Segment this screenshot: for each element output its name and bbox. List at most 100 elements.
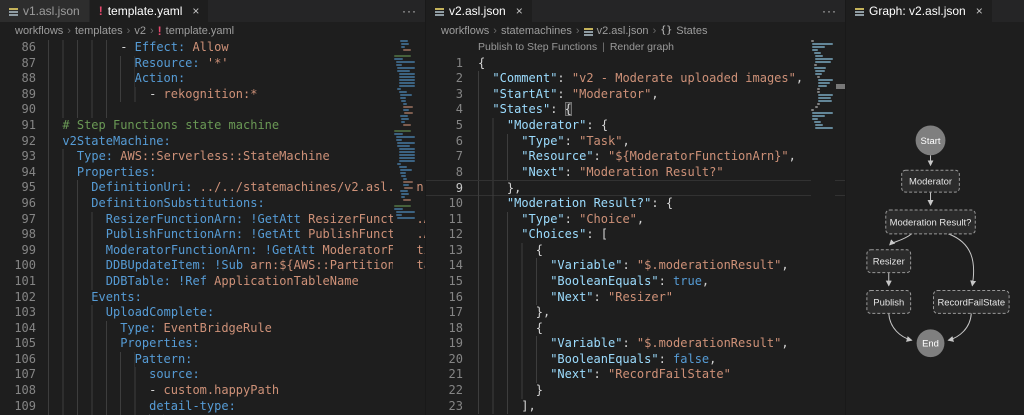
indent-guides bbox=[48, 117, 63, 134]
indent-guides bbox=[478, 367, 551, 384]
line-number: 22 bbox=[448, 383, 463, 398]
code-line: 6 "Type": "Task", bbox=[426, 133, 845, 150]
code-token: : bbox=[658, 273, 674, 288]
minimap-line bbox=[402, 184, 410, 186]
codelens-link-publish[interactable]: Publish to Step Functions bbox=[478, 41, 597, 53]
tab-v2-asl-json[interactable]: v2.asl.json × bbox=[426, 0, 533, 22]
code-token: Action: bbox=[134, 71, 186, 86]
minimap-line bbox=[397, 217, 415, 219]
code-token: ModeratorFunctionArn: bbox=[105, 242, 258, 257]
line-content: Properties: bbox=[48, 164, 156, 181]
breadcrumb: workflows › templates › v2 ›! template.yaml bbox=[0, 22, 425, 40]
tab-bar: v2.asl.json × ··· bbox=[426, 0, 845, 22]
code-token: - bbox=[120, 40, 135, 54]
code-token: # Step Functions state machine bbox=[62, 117, 280, 132]
code-token: Resource: bbox=[134, 55, 200, 70]
editor-actions-more-icon[interactable]: ··· bbox=[822, 0, 837, 22]
code-token: "Moderation Result?" bbox=[579, 164, 724, 179]
minimap[interactable] bbox=[811, 40, 835, 415]
close-icon[interactable]: × bbox=[192, 5, 199, 17]
line-content: ModeratorFunctionArn: !GetAtt ModeratorF… bbox=[48, 242, 425, 259]
breadcrumb: workflows › statemachines › v2.asl.json ›{} St… bbox=[426, 22, 845, 40]
code-editor-template-yaml[interactable]: 86 - Effect: Allow 87 Resource: '*' 88 Action… bbox=[0, 40, 425, 415]
graph-node-start: Start bbox=[915, 125, 946, 156]
line-number: 104 bbox=[14, 320, 36, 335]
close-icon[interactable]: × bbox=[516, 5, 523, 17]
line-number: 91 bbox=[21, 117, 36, 132]
indent-guides bbox=[48, 227, 106, 243]
minimap-line bbox=[400, 97, 407, 99]
minimap-line bbox=[816, 88, 820, 90]
minimap[interactable] bbox=[393, 40, 417, 415]
json-file-icon bbox=[435, 7, 444, 15]
tab-template-yaml[interactable]: ! template.yaml × bbox=[89, 0, 210, 22]
minimap-line bbox=[397, 145, 411, 147]
line-number: 10 bbox=[448, 195, 463, 210]
graph-node-moderation-result: Moderation Result? bbox=[885, 209, 976, 235]
line-content: "Type": "Choice", bbox=[478, 211, 644, 228]
line-number: 97 bbox=[21, 211, 36, 226]
indent-guides bbox=[48, 180, 92, 196]
code-line: 109 detail-type: bbox=[0, 398, 425, 415]
code-token: }, bbox=[506, 181, 522, 196]
minimap-line bbox=[400, 40, 409, 42]
line-content: "StartAt": "Moderator", bbox=[478, 86, 659, 103]
line-content: "BooleanEquals": false, bbox=[478, 351, 716, 368]
code-token: rekognition:* bbox=[163, 86, 258, 101]
tab-v1-asl-json[interactable]: v1.asl.json bbox=[0, 0, 90, 22]
minimap-line bbox=[394, 208, 403, 210]
indent-guides bbox=[478, 336, 551, 352]
minimap-line bbox=[813, 67, 827, 69]
breadcrumb-item-states[interactable]: {} States bbox=[660, 25, 707, 37]
breadcrumb-item-workflows[interactable]: workflows bbox=[441, 25, 489, 37]
code-token: , bbox=[781, 258, 789, 273]
code-token: !Sub bbox=[206, 258, 244, 273]
code-token: : [ bbox=[586, 227, 609, 242]
code-token: , bbox=[701, 273, 710, 288]
breadcrumb-item-v2[interactable]: v2 bbox=[134, 25, 146, 37]
tab-label: template.yaml bbox=[107, 4, 183, 18]
code-token: } bbox=[535, 383, 544, 398]
code-line: 96 DefinitionSubstitutions: bbox=[0, 195, 425, 212]
breadcrumb-item-templates[interactable]: templates bbox=[75, 25, 123, 37]
line-content: # Step Functions state machine bbox=[48, 117, 280, 134]
graph-node-resizer: Resizer bbox=[866, 249, 912, 274]
minimap-line bbox=[401, 196, 406, 198]
line-number: 92 bbox=[21, 133, 36, 148]
minimap-line bbox=[812, 49, 819, 51]
minimap-line bbox=[394, 55, 411, 57]
code-token: ApplicationTableName bbox=[206, 273, 359, 288]
minimap-line bbox=[815, 58, 833, 60]
code-token: Effect: bbox=[134, 40, 186, 54]
code-token: "Resizer" bbox=[608, 289, 674, 304]
code-editor-v2-asl-json[interactable]: Publish to Step Functions | Render graph 1{… bbox=[426, 40, 845, 415]
codelens-link-render-graph[interactable]: Render graph bbox=[610, 41, 674, 53]
graph-node-label: End bbox=[922, 339, 939, 350]
scrollbar-marker[interactable] bbox=[836, 84, 845, 89]
breadcrumb-item-statemachines[interactable]: statemachines bbox=[501, 25, 572, 37]
indent-guides bbox=[478, 133, 522, 150]
code-token: "BooleanEquals" bbox=[550, 351, 659, 366]
minimap-line bbox=[818, 85, 828, 87]
indent-guides bbox=[478, 102, 493, 118]
breadcrumb-separator-icon: › bbox=[149, 25, 154, 37]
line-number: 93 bbox=[21, 149, 36, 164]
editor-actions-more-icon[interactable]: ··· bbox=[402, 0, 417, 22]
code-token: : bbox=[593, 289, 608, 304]
breadcrumb-item-workflows[interactable]: workflows bbox=[15, 25, 63, 37]
code-token: Type: bbox=[120, 320, 157, 335]
minimap-line bbox=[397, 163, 402, 165]
line-number: 1 bbox=[455, 55, 463, 70]
line-content: - Effect: Allow bbox=[48, 40, 229, 56]
line-number: 109 bbox=[14, 398, 36, 413]
minimap-line bbox=[811, 40, 814, 42]
indent-guides bbox=[478, 211, 522, 228]
minimap-line bbox=[395, 214, 402, 216]
line-number: 86 bbox=[21, 40, 36, 54]
breadcrumb-item-template-yaml[interactable]: ! template.yaml bbox=[158, 25, 234, 37]
minimap-line bbox=[813, 64, 817, 66]
minimap-line bbox=[812, 115, 826, 117]
indent-guides bbox=[48, 273, 106, 290]
line-number: 101 bbox=[14, 273, 36, 288]
breadcrumb-item-v2-asl-json[interactable]: v2.asl.json bbox=[583, 25, 649, 37]
